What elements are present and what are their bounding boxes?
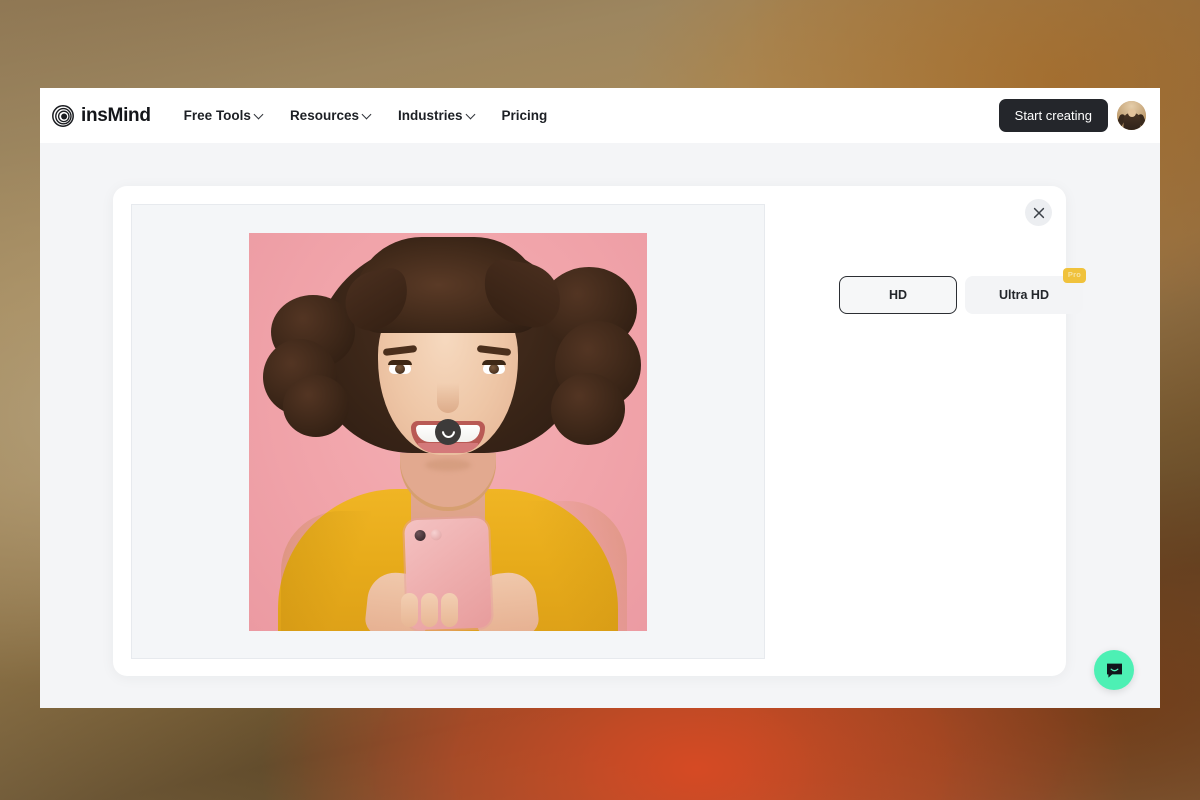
photo-finger [421, 592, 438, 627]
main-nav: Free Tools Resources Industries Pricing [184, 108, 548, 123]
quality-option-hd[interactable]: HD [839, 276, 957, 314]
chat-bubble-icon[interactable] [1094, 650, 1134, 690]
nav-item-label: Industries [397, 108, 463, 123]
site-header: insMind Free Tools Resources Industries … [40, 88, 1160, 143]
image-quality-modal: HD Ultra HD Pro [113, 186, 1086, 676]
browser-viewport: insMind Free Tools Resources Industries … [40, 88, 1160, 708]
nav-item-free-tools[interactable]: Free Tools [184, 108, 264, 123]
quality-option-label: Ultra HD [998, 288, 1049, 302]
quality-option-label: HD [888, 288, 908, 302]
photo-chin-shadow [425, 458, 471, 471]
pro-badge: Pro [1062, 268, 1086, 283]
avatar-head [1127, 108, 1136, 117]
photo-finger [401, 592, 418, 627]
nav-item-label: Resources [289, 108, 359, 123]
quality-option-ultra-hd[interactable]: Ultra HD Pro [965, 268, 1086, 314]
photo-phone-camera [430, 528, 442, 541]
page-body: HD Ultra HD Pro [40, 143, 1160, 708]
nav-item-label: Free Tools [183, 108, 251, 123]
nav-item-resources[interactable]: Resources [290, 108, 372, 123]
quality-toggle-group: HD Ultra HD Pro [839, 268, 1086, 314]
logo-link[interactable]: insMind [50, 105, 151, 127]
chevron-down-icon [363, 110, 372, 119]
photo-phone-camera [414, 529, 426, 541]
chevron-down-icon [255, 110, 264, 119]
logo-text: insMind [81, 104, 151, 126]
image-preview-stage [131, 204, 765, 659]
nav-item-label: Pricing [501, 108, 548, 123]
photo-eyelid-right [482, 359, 506, 365]
avatar[interactable] [1117, 101, 1146, 130]
controls-panel: HD Ultra HD Pro [781, 204, 1086, 658]
spiral-logo-icon [52, 104, 74, 127]
start-creating-button[interactable]: Start creating [998, 99, 1108, 132]
photo-hair-curl [283, 374, 349, 437]
chevron-down-icon [467, 110, 476, 119]
preview-image [249, 232, 647, 631]
photo-hair-curl [551, 372, 625, 445]
header-actions: Start creating [998, 99, 1146, 132]
nav-item-pricing[interactable]: Pricing [502, 108, 548, 123]
loading-spinner-icon [435, 418, 461, 445]
photo-eyelid-left [388, 359, 412, 365]
spinner-ring [438, 422, 458, 441]
photo-nose [437, 382, 459, 413]
nav-item-industries[interactable]: Industries [398, 108, 476, 123]
photo-finger [441, 592, 458, 627]
